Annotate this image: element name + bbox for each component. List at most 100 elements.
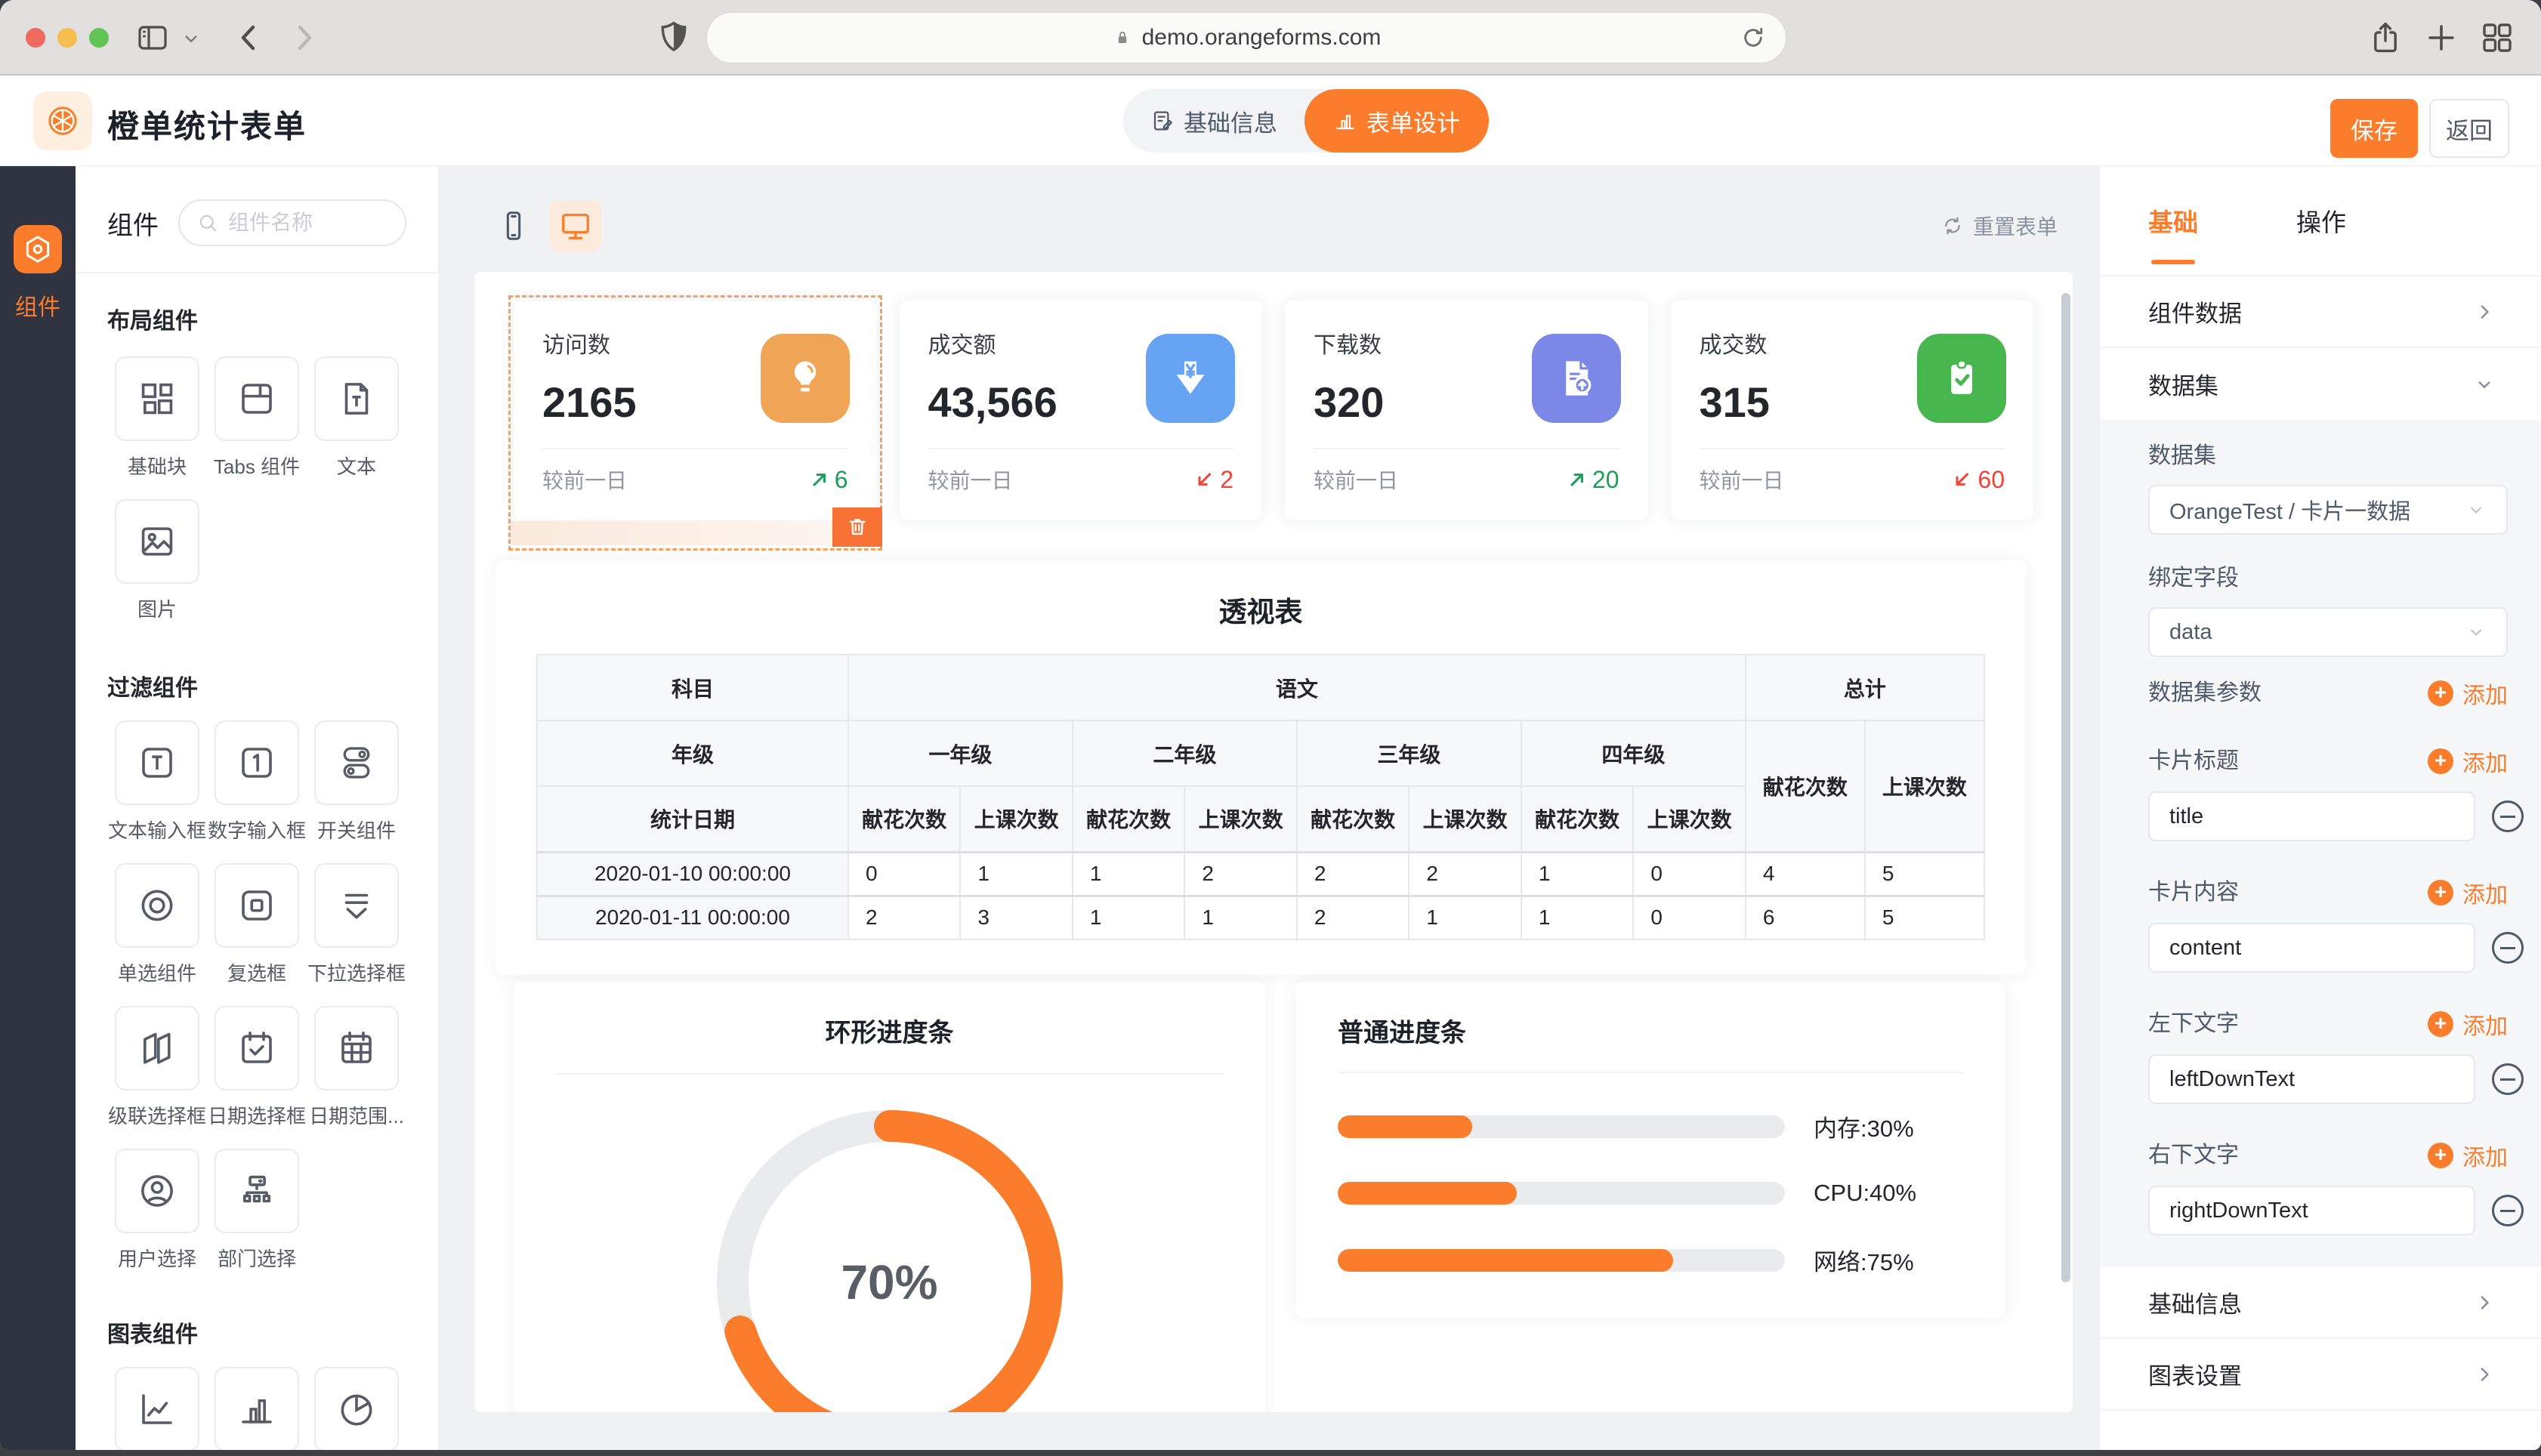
ring-progress-widget[interactable]: 环形进度条 70% bbox=[514, 982, 1265, 1412]
chevron-right-icon bbox=[2473, 1291, 2496, 1314]
palette-item-text-input[interactable]: 文本输入框 bbox=[107, 720, 207, 844]
component-palette: 组件 布局组件 基础块 Tabs 组件 文本 图片 bbox=[76, 166, 438, 1450]
section-dataset[interactable]: 数据集 bbox=[2100, 348, 2541, 420]
trash-icon bbox=[844, 514, 870, 540]
palette-item-date-range[interactable]: 日期范围... bbox=[307, 1006, 406, 1129]
new-tab-icon[interactable] bbox=[2423, 20, 2459, 56]
palette-item-line-chart[interactable] bbox=[107, 1367, 207, 1450]
section-chart-settings[interactable]: 图表设置 bbox=[2100, 1339, 2541, 1411]
components-rail-button[interactable] bbox=[14, 225, 62, 273]
search-input[interactable] bbox=[228, 211, 388, 235]
component-search[interactable] bbox=[178, 199, 406, 246]
bind-field-select[interactable]: data bbox=[2148, 607, 2508, 657]
tab-overview-icon[interactable] bbox=[2479, 20, 2515, 56]
app-title: 橙单统计表单 bbox=[107, 101, 307, 147]
stat-card-deals[interactable]: 成交数 315 较前一日 60 bbox=[1671, 301, 2034, 520]
divider bbox=[1338, 1072, 1963, 1073]
divider bbox=[1314, 448, 1619, 449]
section-basic-info[interactable]: 基础信息 bbox=[2100, 1267, 2541, 1339]
close-window-button[interactable] bbox=[26, 28, 45, 48]
refresh-icon bbox=[1941, 214, 1964, 237]
remove-circle-icon[interactable] bbox=[2492, 1195, 2524, 1226]
desktop-preview-button[interactable] bbox=[550, 200, 601, 251]
palette-item-text[interactable]: 文本 bbox=[307, 356, 406, 480]
palette-item-cascade[interactable]: 级联选择框 bbox=[107, 1006, 207, 1129]
delete-component-button[interactable] bbox=[832, 507, 882, 547]
add-right-down-text-button[interactable]: + 添加 bbox=[2428, 1139, 2508, 1172]
dataset-select[interactable]: OrangeTest / 卡片一数据 bbox=[2148, 485, 2508, 535]
minimize-window-button[interactable] bbox=[57, 28, 77, 48]
palette-item-user[interactable]: 用户选择 bbox=[107, 1149, 207, 1272]
right-down-text-input[interactable] bbox=[2148, 1186, 2475, 1235]
remove-circle-icon[interactable] bbox=[2492, 800, 2524, 832]
privacy-shield-icon[interactable] bbox=[654, 18, 693, 57]
sidebar-toggle-icon[interactable] bbox=[134, 20, 171, 56]
chevron-down-icon bbox=[2465, 499, 2487, 520]
pivot-title: 透视表 bbox=[536, 589, 1985, 630]
divider bbox=[1700, 448, 2005, 449]
stat-card-deal-amount[interactable]: 成交额 43,566 较前一日 2 bbox=[900, 301, 1263, 520]
share-icon[interactable] bbox=[2367, 20, 2404, 56]
section-title-layout: 布局组件 bbox=[107, 302, 406, 335]
mobile-preview-button[interactable] bbox=[488, 200, 539, 251]
return-button[interactable]: 返回 bbox=[2429, 99, 2509, 158]
tab-form-design[interactable]: 表单设计 bbox=[1304, 89, 1489, 153]
add-dataset-param-button[interactable]: + 添加 bbox=[2428, 677, 2508, 710]
browser-chrome: demo.orangeforms.com bbox=[0, 0, 2541, 76]
palette-item-checkbox[interactable]: 复选框 bbox=[207, 863, 307, 986]
remove-circle-icon[interactable] bbox=[2492, 932, 2524, 964]
card-content-input[interactable] bbox=[2148, 923, 2475, 973]
progress-track bbox=[1338, 1182, 1785, 1205]
palette-item-pie-chart[interactable] bbox=[307, 1367, 406, 1450]
palette-item-date[interactable]: 日期选择框 bbox=[207, 1006, 307, 1129]
inspector-tab-basic[interactable]: 基础 bbox=[2148, 202, 2198, 239]
palette-item-bar-chart[interactable] bbox=[207, 1367, 307, 1450]
dropdown-icon bbox=[336, 885, 377, 926]
section-title-filter: 过滤组件 bbox=[107, 669, 406, 702]
add-card-title-button[interactable]: + 添加 bbox=[2428, 745, 2508, 778]
palette-item-basic-block[interactable]: 基础块 bbox=[107, 356, 207, 480]
zoom-window-button[interactable] bbox=[89, 28, 109, 48]
stat-card-visits[interactable]: 访问数 2165 较前一日 6 bbox=[514, 301, 877, 520]
palette-item-select[interactable]: 下拉选择框 bbox=[307, 863, 406, 986]
progress-bars-widget[interactable]: 普通进度条 内存:30% CPU:40% 网络:75% bbox=[1295, 982, 2005, 1318]
radio-icon bbox=[137, 885, 178, 926]
palette-item-radio[interactable]: 单选组件 bbox=[107, 863, 207, 986]
remove-circle-icon[interactable] bbox=[2492, 1063, 2524, 1095]
left-down-text-input[interactable] bbox=[2148, 1054, 2475, 1104]
left-rail: 组件 bbox=[0, 166, 76, 1450]
progress-row-network: 网络:75% bbox=[1338, 1243, 1963, 1277]
reload-icon[interactable] bbox=[1739, 23, 1768, 52]
chevron-down-icon bbox=[2473, 373, 2496, 396]
save-button[interactable]: 保存 bbox=[2330, 99, 2418, 158]
palette-item-tabs[interactable]: Tabs 组件 bbox=[207, 356, 307, 480]
mode-switch: 基础信息 表单设计 bbox=[1123, 89, 1489, 153]
card-title-input[interactable] bbox=[2148, 791, 2475, 841]
delta-down: 60 bbox=[1952, 466, 2005, 494]
palette-item-dept[interactable]: 部门选择 bbox=[207, 1149, 307, 1272]
inspector-tab-actions[interactable]: 操作 bbox=[2296, 202, 2346, 239]
palette-item-number-input[interactable]: 数字输入框 bbox=[207, 720, 307, 844]
address-bar[interactable]: demo.orangeforms.com bbox=[706, 12, 1786, 63]
design-canvas: 重置表单 访问数 2165 较前一日 bbox=[438, 166, 2100, 1450]
reset-form-button[interactable]: 重置表单 bbox=[1941, 211, 2058, 241]
pivot-header: 献花次数 bbox=[1521, 786, 1633, 852]
divider bbox=[928, 448, 1234, 449]
pivot-table-widget[interactable]: 透视表 科目 语文 总计 年级 一年级 bbox=[496, 560, 2026, 975]
browser-window: demo.orangeforms.com 橙单统计表单 基础信息 表单设计 保存… bbox=[0, 0, 2541, 1450]
pivot-header: 一年级 bbox=[848, 720, 1073, 786]
file-upload-icon bbox=[1532, 334, 1621, 423]
org-chart-icon bbox=[236, 1171, 277, 1211]
back-icon[interactable] bbox=[231, 20, 267, 56]
pivot-header: 统计日期 bbox=[537, 786, 848, 852]
tab-basic-info[interactable]: 基础信息 bbox=[1123, 89, 1304, 153]
palette-item-image[interactable]: 图片 bbox=[107, 499, 207, 622]
palette-item-switch[interactable]: 开关组件 bbox=[307, 720, 406, 844]
canvas-scrollbar[interactable] bbox=[2061, 293, 2070, 1282]
section-component-data[interactable]: 组件数据 bbox=[2100, 276, 2541, 348]
add-card-content-button[interactable]: + 添加 bbox=[2428, 876, 2508, 909]
chevron-down-icon[interactable] bbox=[180, 27, 202, 50]
add-left-down-text-button[interactable]: + 添加 bbox=[2428, 1007, 2508, 1041]
forward-icon[interactable] bbox=[286, 20, 322, 56]
stat-card-downloads[interactable]: 下载数 320 较前一日 20 bbox=[1285, 301, 1648, 520]
